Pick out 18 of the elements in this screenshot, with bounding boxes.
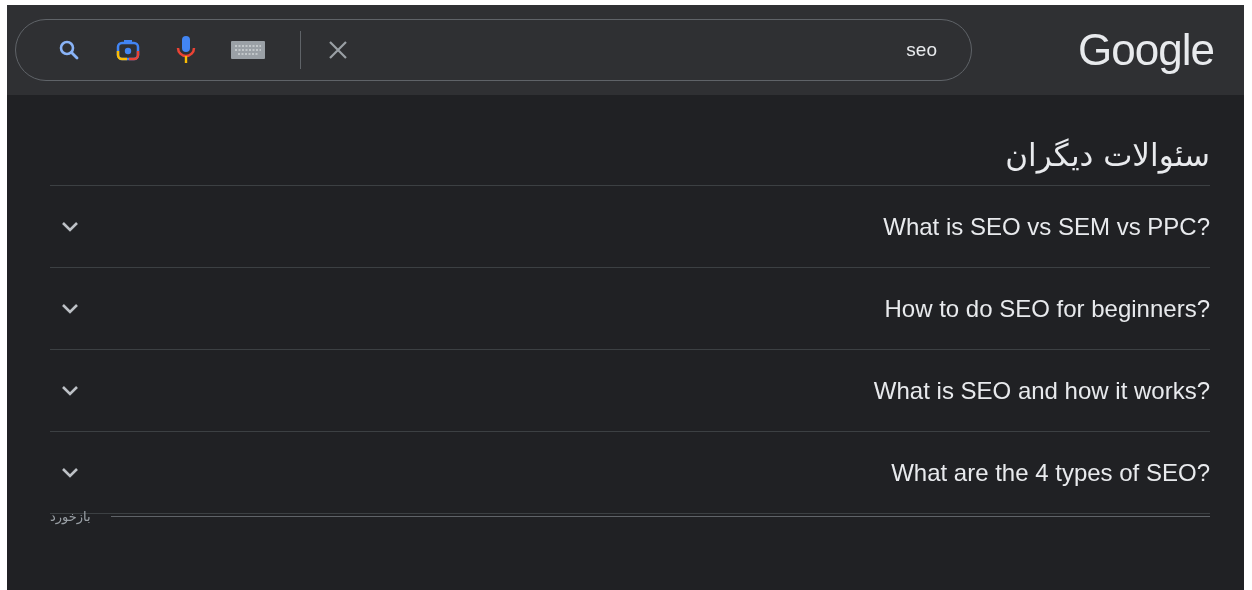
question-row[interactable]: How to do SEO for beginners? [50, 268, 1210, 350]
close-icon[interactable] [327, 39, 349, 61]
chevron-icon[interactable] [61, 303, 79, 314]
search-icon[interactable] [58, 39, 80, 61]
chevron-icon[interactable] [61, 467, 79, 478]
search-query[interactable]: seo [906, 39, 937, 61]
question-row[interactable]: What is SEO and how it works? [50, 350, 1210, 432]
logo[interactable]: Google [1078, 25, 1214, 75]
camera-icon[interactable] [115, 38, 141, 62]
question-row[interactable]: What is SEO vs SEM vs PPC? [50, 186, 1210, 268]
question-text: What is SEO vs SEM vs PPC? [883, 212, 1210, 241]
chevron-icon[interactable] [61, 385, 79, 396]
chevron-icon[interactable] [61, 221, 79, 232]
section-title: سئوالات دیگران [50, 95, 1210, 186]
question-text: How to do SEO for beginners? [884, 294, 1210, 323]
question-text: What are the 4 types of SEO? [891, 458, 1210, 487]
question-text: What is SEO and how it works? [873, 376, 1210, 405]
microphone-icon[interactable] [176, 35, 196, 65]
